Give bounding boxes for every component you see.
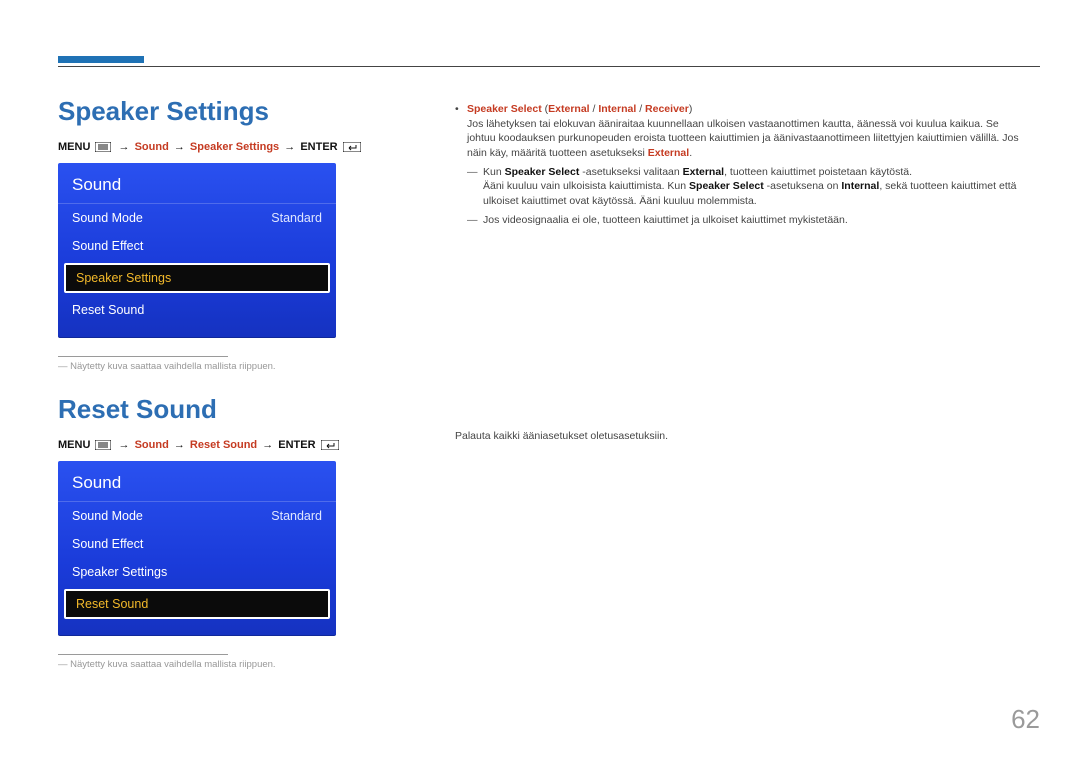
paren-close: ): [689, 103, 693, 115]
opt-external: External: [548, 103, 589, 115]
top-rule: [58, 66, 1040, 67]
accent-bar: [58, 56, 144, 63]
bc-sound: Sound: [135, 141, 169, 153]
bc-menu-label: MENU: [58, 439, 90, 451]
heading-reset-sound: Reset Sound: [58, 394, 393, 425]
internal-bold: Internal: [841, 180, 879, 192]
bc-sound: Sound: [135, 439, 169, 451]
menu-item-sound-mode[interactable]: Sound Mode Standard: [58, 204, 336, 232]
image-note: ― Näytetty kuva saattaa vaihdella mallis…: [58, 659, 393, 670]
right-column-reset-sound: Palauta kaikki ääniasetukset oletusasetu…: [455, 430, 1030, 442]
enter-icon: [321, 440, 339, 450]
opt-internal: Internal: [598, 103, 636, 115]
menu-icon: [95, 440, 111, 450]
separator: [58, 654, 228, 655]
menu-item-sound-effect[interactable]: Sound Effect: [58, 232, 336, 260]
menu-item-reset-sound-selected[interactable]: Reset Sound: [64, 589, 330, 619]
arrow-icon: →: [284, 141, 295, 153]
menu-item-label: Reset Sound: [76, 597, 148, 611]
menu-item-label: Speaker Settings: [72, 565, 167, 579]
reset-description: Palauta kaikki ääniasetukset oletusasetu…: [455, 430, 668, 442]
description-paragraph: Jos lähetyksen tai elokuvan ääniraitaa k…: [467, 117, 1030, 161]
txt: Jos videosignaalia ei ole, tuotteen kaiu…: [483, 213, 848, 228]
lead-label: Speaker Select: [467, 103, 542, 115]
arrow-icon: →: [262, 439, 273, 451]
separator: [58, 356, 228, 357]
arrow-icon: →: [174, 141, 185, 153]
menu-item-label: Sound Effect: [72, 537, 143, 551]
arrow-icon: →: [174, 439, 185, 451]
menu-title: Sound: [58, 171, 336, 204]
bullet-item: • Speaker Select (External / Internal / …: [455, 102, 1030, 117]
para-text: Jos lähetyksen tai elokuvan ääniraitaa k…: [467, 118, 1019, 159]
dash-note-2: ― Jos videosignaalia ei ole, tuotteen ka…: [467, 213, 1030, 228]
speaker-select-bold: Speaker Select: [505, 166, 580, 178]
slash: /: [636, 103, 645, 115]
dash-icon: ―: [467, 165, 483, 209]
dash-note-1: ― Kun Speaker Select -asetukseksi valita…: [467, 165, 1030, 209]
menu-item-speaker-settings-selected[interactable]: Speaker Settings: [64, 263, 330, 293]
image-note: ― Näytetty kuva saattaa vaihdella mallis…: [58, 361, 393, 372]
para-external: External: [648, 147, 689, 159]
right-column-speaker-settings: • Speaker Select (External / Internal / …: [455, 102, 1030, 228]
menu-card-speaker-settings: Sound Sound Mode Standard Sound Effect S…: [58, 163, 336, 338]
menu-title: Sound: [58, 469, 336, 502]
bc-speaker-settings: Speaker Settings: [190, 141, 279, 153]
menu-item-reset-sound[interactable]: Reset Sound: [58, 296, 336, 324]
manual-page: Speaker Settings MENU → Sound → Speaker …: [0, 0, 1080, 763]
txt: Kun: [483, 166, 505, 178]
menu-item-label: Sound Mode: [72, 211, 143, 225]
menu-icon: [95, 142, 111, 152]
txt: -asetukseksi valitaan: [579, 166, 682, 178]
menu-item-label: Speaker Settings: [76, 271, 171, 285]
dash-icon: ―: [467, 213, 483, 228]
page-number: 62: [1011, 704, 1040, 735]
heading-speaker-settings: Speaker Settings: [58, 96, 393, 127]
external-bold: External: [683, 166, 724, 178]
left-column: Speaker Settings MENU → Sound → Speaker …: [58, 96, 393, 692]
para-dot: .: [689, 147, 692, 159]
image-note-text: Näytetty kuva saattaa vaihdella mallista…: [70, 659, 275, 670]
menu-item-value: Standard: [271, 509, 322, 523]
breadcrumb-reset-sound: MENU → Sound → Reset Sound → ENTER: [58, 439, 393, 451]
menu-item-sound-mode[interactable]: Sound Mode Standard: [58, 502, 336, 530]
enter-icon: [343, 142, 361, 152]
txt: , tuotteen kaiuttimet poistetaan käytöst…: [724, 166, 912, 178]
arrow-icon: →: [119, 439, 130, 451]
txt: Ääni kuuluu vain ulkoisista kaiuttimista…: [483, 180, 689, 192]
bc-enter-label: ENTER: [300, 141, 337, 153]
image-note-text: Näytetty kuva saattaa vaihdella mallista…: [70, 361, 275, 372]
menu-item-label: Sound Mode: [72, 509, 143, 523]
menu-item-sound-effect[interactable]: Sound Effect: [58, 530, 336, 558]
bc-enter-label: ENTER: [278, 439, 315, 451]
txt: -asetuksena on: [764, 180, 842, 192]
arrow-icon: →: [119, 141, 130, 153]
bc-reset-sound: Reset Sound: [190, 439, 257, 451]
menu-item-label: Sound Effect: [72, 239, 143, 253]
menu-item-speaker-settings[interactable]: Speaker Settings: [58, 558, 336, 586]
menu-item-label: Reset Sound: [72, 303, 144, 317]
menu-card-reset-sound: Sound Sound Mode Standard Sound Effect S…: [58, 461, 336, 636]
bc-menu-label: MENU: [58, 141, 90, 153]
breadcrumb-speaker-settings: MENU → Sound → Speaker Settings → ENTER: [58, 141, 393, 153]
bullet-dot-icon: •: [455, 102, 467, 117]
speaker-select-bold: Speaker Select: [689, 180, 764, 192]
menu-item-value: Standard: [271, 211, 322, 225]
opt-receiver: Receiver: [645, 103, 689, 115]
